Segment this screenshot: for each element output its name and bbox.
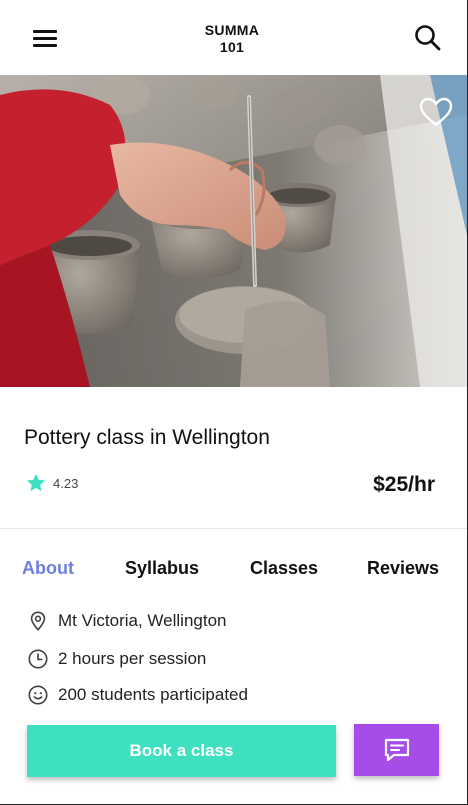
app-logo[interactable]: SUMMA 101 — [182, 22, 282, 56]
chat-message-icon — [384, 738, 409, 762]
book-class-button[interactable]: Book a class — [27, 725, 336, 777]
message-button[interactable] — [354, 724, 439, 776]
tab-reviews[interactable]: Reviews — [367, 558, 439, 579]
class-title: Pottery class in Wellington — [24, 426, 270, 449]
clock-icon — [28, 649, 48, 669]
smiley-icon — [28, 685, 48, 705]
rating-value: 4.23 — [53, 475, 79, 491]
duration-text: 2 hours per session — [58, 649, 207, 668]
logo-line-2: 101 — [219, 39, 245, 55]
heart-outline-icon[interactable] — [418, 96, 454, 128]
tab-about[interactable]: About — [22, 558, 74, 579]
logo-line-1: SUMMA — [204, 22, 260, 38]
search-icon[interactable] — [412, 22, 444, 54]
hamburger-menu-icon[interactable] — [33, 28, 57, 48]
location-text: Mt Victoria, Wellington — [58, 611, 227, 630]
detail-participants: 200 students participated — [27, 684, 248, 706]
star-icon — [26, 473, 46, 492]
hero-image — [0, 75, 467, 387]
pottery-class-photo — [0, 75, 467, 387]
top-app-bar: SUMMA 101 — [0, 0, 467, 75]
app-screen: SUMMA 101 Pottery class in Wellington 4.… — [0, 0, 468, 805]
rating: 4.23 — [25, 472, 78, 494]
price: $25/hr — [373, 473, 435, 496]
detail-duration: 2 hours per session — [27, 648, 206, 670]
tab-classes[interactable]: Classes — [250, 558, 318, 579]
participants-text: 200 students participated — [58, 685, 248, 704]
location-pin-icon — [30, 611, 46, 631]
divider — [0, 528, 467, 529]
tab-syllabus[interactable]: Syllabus — [125, 558, 199, 579]
detail-location: Mt Victoria, Wellington — [27, 610, 227, 632]
